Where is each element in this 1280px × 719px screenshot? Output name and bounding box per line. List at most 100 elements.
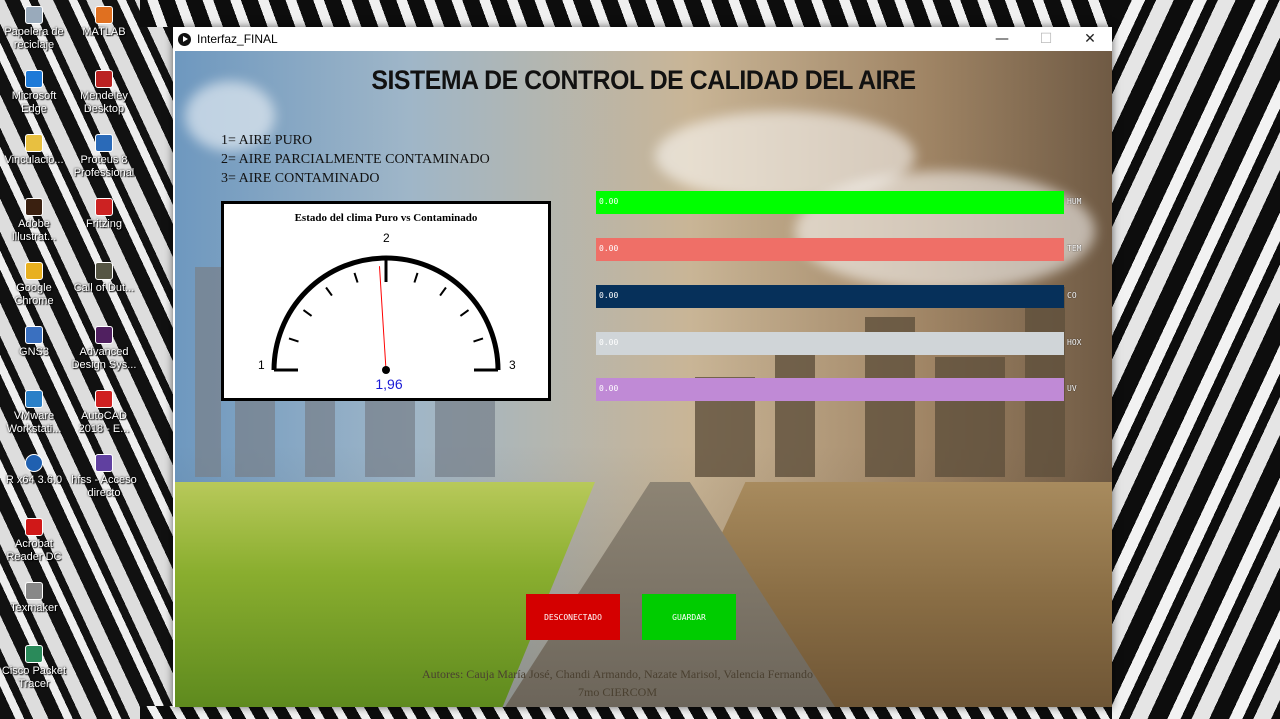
- temperature-label: TEM: [1067, 244, 1082, 253]
- temperature-bar: [596, 238, 1064, 261]
- page-title: SISTEMA DE CONTROL DE CALIDAD DEL AIRE: [371, 65, 916, 95]
- legend-item-pure: 1= AIRE PURO: [221, 133, 313, 148]
- desktop-icon-proteus[interactable]: Proteus 8 Professional: [70, 134, 138, 180]
- humidity-label: HUM: [1067, 197, 1082, 206]
- desktop-icon-acrobat[interactable]: Acrobat Reader DC: [0, 518, 68, 564]
- sensor-bar-co: 0.00 CO: [596, 285, 1106, 308]
- r-icon: [25, 454, 43, 472]
- processing-app-icon: [178, 32, 191, 46]
- window-title: Interfaz_FINAL: [197, 32, 278, 46]
- save-button[interactable]: GUARDAR: [642, 594, 736, 640]
- cloud: [795, 171, 1095, 291]
- uv-label: UV: [1067, 384, 1077, 393]
- gauge-tick: [302, 309, 313, 317]
- illustrator-icon: [25, 198, 43, 216]
- sketch-canvas: SISTEMA DE CONTROL DE CALIDAD DEL AIRE 1…: [175, 51, 1112, 707]
- close-button[interactable]: ✕: [1068, 27, 1112, 51]
- gauge-value-readout: 1,96: [375, 376, 402, 392]
- desktop-icons: Papelera de reciclaje MATLAB Microsoft E…: [0, 0, 140, 719]
- gns3-icon: [25, 326, 43, 344]
- desktop-icon-matlab[interactable]: MATLAB: [70, 6, 138, 39]
- air-quality-gauge: Estado del clima Puro vs Contaminado 1 2…: [221, 201, 551, 401]
- desktop-icon-vinculacion[interactable]: Vinculacio...: [0, 134, 68, 167]
- desktop-icon-ads[interactable]: Advanced Design Sys...: [70, 326, 138, 372]
- chrome-icon: [25, 262, 43, 280]
- hfss-icon: [95, 454, 113, 472]
- gauge-tick: [325, 286, 333, 297]
- uv-value: 0.00: [599, 384, 619, 393]
- gauge-max-label: 3: [509, 358, 516, 372]
- desktop-icon-illustrator[interactable]: Adobe Illustrat...: [0, 198, 68, 244]
- footer-course: 7mo CIERCOM: [577, 685, 657, 699]
- hox-label: HOX: [1067, 338, 1082, 347]
- desktop-icon-gns3[interactable]: GNS3: [0, 326, 68, 359]
- minimize-button[interactable]: —: [980, 27, 1024, 51]
- desktop-icon-hfss[interactable]: hfss - Acceso directo: [70, 454, 138, 500]
- disconnect-button[interactable]: DESCONECTADO: [526, 594, 620, 640]
- desktop-icon-packet-tracer[interactable]: Cisco Packet Tracer: [0, 645, 68, 691]
- vmware-icon: [25, 390, 43, 408]
- desktop-wallpaper-bottom: [140, 706, 1112, 719]
- proteus-icon: [95, 134, 113, 152]
- desktop-wallpaper-top: [140, 0, 1112, 27]
- gauge-tick: [459, 309, 470, 317]
- hox-value: 0.00: [599, 338, 619, 347]
- gauge-tick: [288, 337, 299, 343]
- game-icon: [95, 262, 113, 280]
- gauge-hub: [382, 366, 390, 374]
- folder-icon: [25, 134, 43, 152]
- hox-bar: [596, 332, 1064, 355]
- skyscraper: [775, 337, 815, 477]
- co-value: 0.00: [599, 291, 619, 300]
- desktop-icon-fritzing[interactable]: Fritzing: [70, 198, 138, 231]
- temperature-value: 0.00: [599, 244, 619, 253]
- app-window: Interfaz_FINAL — ☐ ✕ SISTEMA DE CONTROL …: [173, 27, 1112, 707]
- mendeley-icon: [95, 70, 113, 88]
- co-bar: [596, 285, 1064, 308]
- desktop-wallpaper-right: [1112, 0, 1280, 719]
- sensor-bar-uv: 0.00 UV: [596, 378, 1106, 401]
- matlab-icon: [95, 6, 113, 24]
- gauge-tick: [413, 272, 419, 283]
- sensor-bar-temperature: 0.00 TEM: [596, 238, 1106, 261]
- packet-tracer-icon: [25, 645, 43, 663]
- desktop-icon-r[interactable]: R x64 3.6.0: [0, 454, 68, 487]
- desktop-icon-texmaker[interactable]: Texmaker: [0, 582, 68, 615]
- desktop-icon-vmware[interactable]: VMware Workstati...: [0, 390, 68, 436]
- gauge-min-label: 1: [258, 358, 265, 372]
- desktop-icon-edge[interactable]: Microsoft Edge: [0, 70, 68, 116]
- co-label: CO: [1067, 291, 1077, 300]
- window-titlebar[interactable]: Interfaz_FINAL — ☐ ✕: [173, 27, 1112, 51]
- gauge-tick: [353, 272, 359, 283]
- maximize-button[interactable]: ☐: [1024, 27, 1068, 51]
- desktop-icon-call-of-duty[interactable]: Call of Dut...: [70, 262, 138, 295]
- gauge-dial: 1 2 3 1,96: [258, 231, 516, 392]
- legend-item-contaminated: 3= AIRE CONTAMINADO: [221, 171, 380, 186]
- sensor-bar-humidity: 0.00 HUM: [596, 191, 1106, 214]
- edge-icon: [25, 70, 43, 88]
- gauge-ticks: [274, 258, 498, 372]
- autocad-icon: [95, 390, 113, 408]
- skyscraper: [935, 357, 1005, 477]
- acrobat-icon: [25, 518, 43, 536]
- sensor-bar-hox: 0.00 HOX: [596, 332, 1106, 355]
- legend-item-partial: 2= AIRE PARCIALMENTE CONTAMINADO: [221, 152, 490, 167]
- fritzing-icon: [95, 198, 113, 216]
- footer-authors: Autores: Cauja María José, Chandi Armand…: [421, 667, 813, 681]
- desktop-icon-recycle-bin[interactable]: Papelera de reciclaje: [0, 6, 68, 52]
- desktop-icon-mendeley[interactable]: Mendeley Desktop: [70, 70, 138, 116]
- texmaker-icon: [25, 582, 43, 600]
- skyscraper: [195, 267, 221, 477]
- gauge-tick: [473, 337, 484, 343]
- humidity-bar: [596, 191, 1064, 214]
- gauge-mid-label: 2: [383, 231, 390, 245]
- ads-icon: [95, 326, 113, 344]
- window-controls: — ☐ ✕: [980, 27, 1112, 51]
- humidity-value: 0.00: [599, 197, 619, 206]
- recycle-bin-icon: [25, 6, 43, 24]
- desktop-icon-chrome[interactable]: Google Chrome: [0, 262, 68, 308]
- desktop-icon-autocad[interactable]: AutoCAD 2018 - E...: [70, 390, 138, 436]
- gauge-tick: [439, 286, 447, 297]
- air-quality-legend: 1= AIRE PURO 2= AIRE PARCIALMENTE CONTAM…: [221, 131, 490, 188]
- uv-bar: [596, 378, 1064, 401]
